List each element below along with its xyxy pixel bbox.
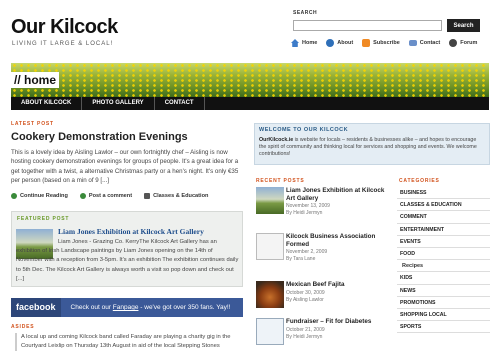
- category-list: BUSINESS CLASSES & EDUCATION COMMENT ENT…: [397, 187, 490, 334]
- subscribe-link[interactable]: Subscribe: [362, 39, 400, 47]
- arrow-icon: [11, 193, 17, 199]
- nav-about-kilcock[interactable]: ABOUT KILCOCK: [11, 97, 83, 110]
- recent-posts-heading: RECENT POSTS: [256, 178, 305, 184]
- categories-heading: CATEGORIES: [399, 178, 440, 184]
- contact-link-label: Contact: [419, 40, 441, 46]
- nav-photo-gallery[interactable]: PHOTO GALLERY: [82, 97, 155, 110]
- site-tagline: LIVING IT LARGE & LOCAL!: [12, 41, 114, 47]
- category-item[interactable]: NEWS: [397, 285, 490, 297]
- post-actions: Continue Reading Post a comment Classes …: [11, 193, 208, 199]
- asides-text: A local up and coming Kilcock band calle…: [15, 333, 243, 351]
- asides-heading: ASIDES: [11, 324, 35, 330]
- welcome-site-name: OurKilcock.ie: [259, 137, 294, 143]
- category-item[interactable]: FOOD: [397, 248, 490, 261]
- comment-icon: [79, 193, 86, 199]
- recent-post-date: October 30, 2009: [286, 290, 325, 296]
- category-item[interactable]: BUSINESS: [397, 187, 490, 200]
- search-input[interactable]: [293, 20, 442, 31]
- welcome-box: WELCOME TO OUR KILCOCK OurKilcock.ie is …: [254, 123, 490, 165]
- category-item[interactable]: COMMENT: [397, 211, 490, 224]
- subscribe-link-label: Subscribe: [373, 40, 400, 46]
- site-logo[interactable]: Our Kilcock: [11, 16, 118, 39]
- featured-post: FEATURED POST Liam Jones Exhibition at K…: [11, 211, 243, 287]
- category-item[interactable]: SPORTS: [397, 321, 490, 334]
- recent-post-author: By Heidi Jermyn: [286, 210, 323, 216]
- recent-post-thumbnail[interactable]: [256, 233, 284, 260]
- category-item[interactable]: KIDS: [397, 272, 490, 285]
- home-link[interactable]: Home: [291, 39, 317, 47]
- continue-reading-label: Continue Reading: [20, 193, 68, 199]
- recent-post-date: October 21, 2009: [286, 327, 325, 333]
- recent-post-date: November 2, 2009: [286, 249, 328, 255]
- recent-post: Fundraiser – Fit for Diabetes October 21…: [256, 318, 391, 354]
- home-link-label: Home: [302, 40, 318, 46]
- fanpage-link[interactable]: Fanpage: [113, 304, 139, 311]
- forum-icon: [449, 39, 458, 47]
- welcome-title: WELCOME TO OUR KILCOCK: [259, 127, 349, 133]
- contact-link[interactable]: Contact: [408, 40, 441, 46]
- folder-icon: [144, 193, 151, 199]
- about-link[interactable]: About: [326, 39, 353, 47]
- subcategory-item[interactable]: Recipes: [397, 260, 490, 273]
- search-title: SEARCH: [293, 10, 318, 16]
- recent-post: Mexican Beef Fajita October 30, 2009 By …: [256, 281, 391, 317]
- category-link[interactable]: Classes & Education: [144, 193, 208, 199]
- featured-post-title[interactable]: Liam Jones Exhibition at Kilcock Art Gal…: [58, 227, 204, 236]
- facebook-banner[interactable]: facebook Check out our Fanpage - we've g…: [11, 298, 243, 317]
- recent-post-author: By Heidi Jermyn: [286, 334, 323, 340]
- search-button[interactable]: Search: [447, 19, 480, 32]
- featured-post-heading: FEATURED POST: [17, 216, 70, 222]
- welcome-text: OurKilcock.ie is website for locals – re…: [259, 137, 485, 158]
- info-icon: [326, 39, 335, 47]
- recent-post-title[interactable]: Kilcock Business Association Formed: [286, 233, 391, 249]
- about-link-label: About: [337, 40, 354, 46]
- forum-link-label: Forum: [460, 40, 478, 46]
- recent-post-thumbnail[interactable]: [256, 187, 284, 214]
- nav-contact[interactable]: CONTACT: [155, 97, 205, 110]
- latest-post-title[interactable]: Cookery Demonstration Evenings: [11, 131, 188, 143]
- page-label: // home: [11, 72, 60, 88]
- latest-post-heading: LATEST POST: [11, 121, 54, 127]
- top-links: Home About Subscribe Contact Forum: [291, 39, 477, 47]
- category-item[interactable]: SHOPPING LOCAL: [397, 309, 490, 322]
- category-item[interactable]: EVENTS: [397, 236, 490, 248]
- post-comment-link[interactable]: Post a comment: [79, 193, 133, 199]
- home-icon: [291, 39, 299, 47]
- post-comment-label: Post a comment: [88, 193, 133, 199]
- recent-post-author: By Aisling Lawlor: [286, 297, 324, 303]
- facebook-suffix: - we've got over 350 fans. Yay!!: [140, 304, 231, 311]
- recent-post-thumbnail[interactable]: [256, 318, 284, 345]
- latest-post-excerpt: This is a lovely idea by Aisling Lawlor …: [11, 149, 239, 184]
- recent-post: Liam Jones Exhibition at Kilcock Art Gal…: [256, 187, 391, 223]
- facebook-logo: facebook: [11, 298, 61, 317]
- recent-post-thumbnail[interactable]: [256, 281, 284, 308]
- mail-icon: [408, 40, 417, 46]
- header-banner: [11, 63, 489, 97]
- rss-icon: [362, 39, 371, 47]
- recent-post-title[interactable]: Fundraiser – Fit for Diabetes: [286, 318, 391, 326]
- forum-link[interactable]: Forum: [449, 39, 477, 47]
- category-item[interactable]: ENTERTAINMENT: [397, 224, 490, 236]
- recent-post-date: November 13, 2009: [286, 203, 330, 209]
- main-nav: ABOUT KILCOCK PHOTO GALLERY CONTACT: [11, 97, 489, 110]
- recent-post: Kilcock Business Association Formed Nove…: [256, 233, 391, 269]
- facebook-text: Check out our Fanpage - we've got over 3…: [61, 304, 231, 311]
- facebook-prefix: Check out our: [70, 304, 111, 311]
- continue-reading-link[interactable]: Continue Reading: [11, 193, 68, 199]
- category-item[interactable]: CLASSES & EDUCATION: [397, 199, 490, 212]
- category-label: Classes & Education: [153, 193, 209, 199]
- category-item[interactable]: PROMOTIONS: [397, 297, 490, 309]
- recent-post-title[interactable]: Mexican Beef Fajita: [286, 281, 391, 289]
- recent-post-author: By Tara Lane: [286, 256, 316, 262]
- featured-post-body: Liam Jones - Grazing Co. KerryThe Kilcoc…: [16, 239, 239, 282]
- recent-post-title[interactable]: Liam Jones Exhibition at Kilcock Art Gal…: [286, 187, 391, 203]
